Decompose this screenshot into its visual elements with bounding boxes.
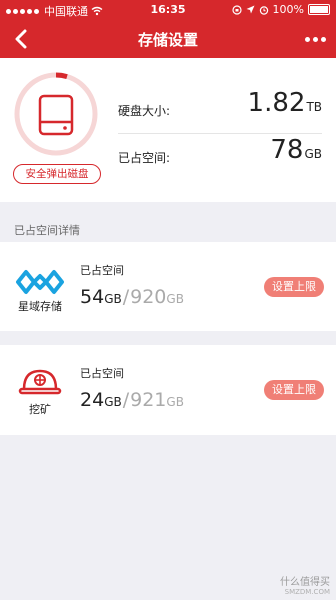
disk-usage-ring-icon	[14, 72, 98, 156]
status-right: 100%	[231, 3, 330, 16]
watermark-text: 什么值得买	[280, 577, 330, 588]
summary-divider	[118, 133, 322, 134]
location-icon	[246, 5, 255, 14]
storage-detail-card-xingyu: 星域存储 已占空间 54GB/920GB 设置上限	[0, 242, 336, 331]
set-limit-button[interactable]: 设置上限	[264, 277, 324, 297]
used-space-value: 78GB	[270, 135, 322, 165]
rotation-lock-icon	[231, 4, 242, 15]
used-amount: 54	[80, 286, 105, 308]
card-name: 挖矿	[29, 403, 51, 416]
disk-size-label: 硬盘大小:	[118, 104, 171, 118]
mining-helmet-icon	[18, 369, 62, 395]
total-unit: GB	[166, 292, 184, 306]
battery-percent: 100%	[272, 3, 304, 16]
disk-size-value: 1.82TB	[248, 88, 322, 118]
section-title: 已占空间详情	[14, 224, 80, 237]
used-space-number: 78	[270, 135, 304, 165]
status-bar: 中国联通 16:35 100%	[0, 0, 336, 20]
used-space-label: 已占空间:	[118, 151, 171, 165]
xingyu-storage-icon	[16, 270, 64, 294]
used-amount: 24	[80, 389, 105, 411]
watermark-subtext: SMZDM.COM	[284, 588, 330, 596]
storage-detail-card-mining: 挖矿 已占空间 24GB/921GB 设置上限	[0, 345, 336, 435]
set-limit-button[interactable]: 设置上限	[264, 380, 324, 400]
total-amount: 920	[130, 286, 167, 308]
storage-summary-card: 安全弹出磁盘 硬盘大小: 1.82TB 已占空间: 78GB	[0, 58, 336, 202]
card-usage: 24GB/921GB	[80, 389, 184, 411]
usage-separator: /	[122, 389, 130, 411]
navigation-bar: 存储设置	[0, 20, 336, 58]
more-options-button[interactable]	[302, 29, 328, 49]
page-title: 存储设置	[137, 31, 198, 49]
disk-size-unit: TB	[306, 100, 322, 114]
battery-icon	[308, 4, 330, 15]
used-unit: GB	[104, 292, 122, 306]
disk-size-number: 1.82	[247, 88, 306, 118]
total-amount: 921	[130, 389, 167, 411]
total-unit: GB	[166, 395, 184, 409]
used-space-unit: GB	[304, 147, 322, 161]
watermark: 什么值得买 SMZDM.COM	[280, 573, 330, 596]
card-usage: 54GB/920GB	[80, 286, 184, 308]
usage-separator: /	[122, 286, 130, 308]
card-name: 星域存储	[18, 300, 62, 313]
used-unit: GB	[104, 395, 122, 409]
alarm-icon	[259, 5, 268, 15]
eject-disk-button[interactable]: 安全弹出磁盘	[13, 164, 101, 184]
card-used-label: 已占空间	[80, 367, 124, 380]
card-used-label: 已占空间	[80, 264, 124, 277]
